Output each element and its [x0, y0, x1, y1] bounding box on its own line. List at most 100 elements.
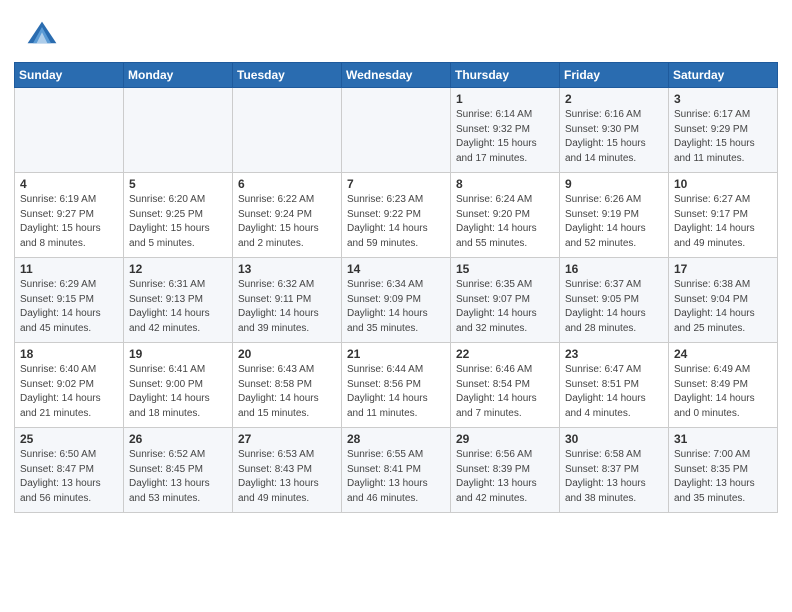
day-number: 23	[565, 347, 663, 361]
day-info: Sunrise: 6:40 AMSunset: 9:02 PMDaylight:…	[20, 363, 118, 421]
calendar-week-row: 25 Sunrise: 6:50 AMSunset: 8:47 PMDayligh…	[15, 428, 778, 513]
day-info: Sunrise: 7:00 AMSunset: 8:35 PMDaylight:…	[674, 448, 772, 506]
calendar-week-row: 18Sunrise: 6:40 AMSunset: 9:02 PMDayligh…	[15, 343, 778, 428]
calendar-cell: 24 Sunrise: 6:49 AMSunset: 8:49 PMDayligh…	[669, 343, 778, 428]
day-number: 12	[129, 262, 227, 276]
day-number: 26	[129, 432, 227, 446]
day-number: 30	[565, 432, 663, 446]
weekday-header: Tuesday	[233, 63, 342, 88]
day-number: 3	[674, 92, 772, 106]
calendar-cell: 21 Sunrise: 6:44 AMSunset: 8:56 PMDayligh…	[342, 343, 451, 428]
header	[0, 0, 792, 62]
calendar-cell: 2 Sunrise: 6:16 AMSunset: 9:30 PMDaylight…	[560, 88, 669, 173]
weekday-header: Sunday	[15, 63, 124, 88]
calendar-cell: 4 Sunrise: 6:19 AMSunset: 9:27 PMDaylight…	[15, 173, 124, 258]
calendar-cell: 13 Sunrise: 6:32 AMSunset: 9:11 PMDayligh…	[233, 258, 342, 343]
day-info: Sunrise: 6:49 AMSunset: 8:49 PMDaylight:…	[674, 363, 772, 421]
day-info: Sunrise: 6:34 AMSunset: 9:09 PMDaylight:…	[347, 278, 445, 336]
day-number: 4	[20, 177, 118, 191]
calendar-cell: 26 Sunrise: 6:52 AMSunset: 8:45 PMDayligh…	[124, 428, 233, 513]
calendar-cell: 1 Sunrise: 6:14 AMSunset: 9:32 PMDaylight…	[451, 88, 560, 173]
calendar-cell: 19 Sunrise: 6:41 AMSunset: 9:00 PMDayligh…	[124, 343, 233, 428]
calendar-cell: 10 Sunrise: 6:27 AMSunset: 9:17 PMDayligh…	[669, 173, 778, 258]
calendar-cell	[124, 88, 233, 173]
day-info: Sunrise: 6:56 AMSunset: 8:39 PMDaylight:…	[456, 448, 554, 506]
day-number: 7	[347, 177, 445, 191]
calendar-cell: 29 Sunrise: 6:56 AMSunset: 8:39 PMDayligh…	[451, 428, 560, 513]
day-info: Sunrise: 6:47 AMSunset: 8:51 PMDaylight:…	[565, 363, 663, 421]
calendar-cell: 7 Sunrise: 6:23 AMSunset: 9:22 PMDaylight…	[342, 173, 451, 258]
calendar-cell: 23 Sunrise: 6:47 AMSunset: 8:51 PMDayligh…	[560, 343, 669, 428]
day-info: Sunrise: 6:43 AMSunset: 8:58 PMDaylight:…	[238, 363, 336, 421]
day-number: 27	[238, 432, 336, 446]
calendar-cell: 5Sunrise: 6:20 AMSunset: 9:25 PMDaylight…	[124, 173, 233, 258]
day-info: Sunrise: 6:44 AMSunset: 8:56 PMDaylight:…	[347, 363, 445, 421]
day-number: 15	[456, 262, 554, 276]
day-number: 1	[456, 92, 554, 106]
weekday-header: Wednesday	[342, 63, 451, 88]
day-info: Sunrise: 6:46 AMSunset: 8:54 PMDaylight:…	[456, 363, 554, 421]
day-number: 17	[674, 262, 772, 276]
day-number: 22	[456, 347, 554, 361]
calendar-cell: 16Sunrise: 6:37 AMSunset: 9:05 PMDayligh…	[560, 258, 669, 343]
calendar-cell: 27 Sunrise: 6:53 AMSunset: 8:43 PMDayligh…	[233, 428, 342, 513]
logo	[24, 18, 64, 54]
day-info: Sunrise: 6:23 AMSunset: 9:22 PMDaylight:…	[347, 193, 445, 251]
weekday-header: Monday	[124, 63, 233, 88]
calendar-cell: 11 Sunrise: 6:29 AMSunset: 9:15 PMDayligh…	[15, 258, 124, 343]
day-number: 14	[347, 262, 445, 276]
logo-icon	[24, 18, 60, 54]
calendar-cell: 12 Sunrise: 6:31 AMSunset: 9:13 PMDayligh…	[124, 258, 233, 343]
day-number: 28	[347, 432, 445, 446]
day-number: 24	[674, 347, 772, 361]
day-number: 5	[129, 177, 227, 191]
day-number: 10	[674, 177, 772, 191]
day-number: 19	[129, 347, 227, 361]
weekday-row: SundayMondayTuesdayWednesdayThursdayFrid…	[15, 63, 778, 88]
day-info: Sunrise: 6:27 AMSunset: 9:17 PMDaylight:…	[674, 193, 772, 251]
calendar-cell: 18Sunrise: 6:40 AMSunset: 9:02 PMDayligh…	[15, 343, 124, 428]
calendar-cell: 28Sunrise: 6:55 AMSunset: 8:41 PMDayligh…	[342, 428, 451, 513]
calendar-cell: 8Sunrise: 6:24 AMSunset: 9:20 PMDaylight…	[451, 173, 560, 258]
day-number: 31	[674, 432, 772, 446]
day-info: Sunrise: 6:53 AMSunset: 8:43 PMDaylight:…	[238, 448, 336, 506]
page: SundayMondayTuesdayWednesdayThursdayFrid…	[0, 0, 792, 612]
day-number: 2	[565, 92, 663, 106]
day-number: 8	[456, 177, 554, 191]
day-info: Sunrise: 6:32 AMSunset: 9:11 PMDaylight:…	[238, 278, 336, 336]
day-number: 21	[347, 347, 445, 361]
calendar-cell	[342, 88, 451, 173]
calendar-week-row: 1 Sunrise: 6:14 AMSunset: 9:32 PMDaylight…	[15, 88, 778, 173]
day-info: Sunrise: 6:37 AMSunset: 9:05 PMDaylight:…	[565, 278, 663, 336]
calendar-cell: 22 Sunrise: 6:46 AMSunset: 8:54 PMDayligh…	[451, 343, 560, 428]
day-number: 29	[456, 432, 554, 446]
day-info: Sunrise: 6:41 AMSunset: 9:00 PMDaylight:…	[129, 363, 227, 421]
calendar-header: SundayMondayTuesdayWednesdayThursdayFrid…	[15, 63, 778, 88]
weekday-header: Saturday	[669, 63, 778, 88]
calendar-cell: 20 Sunrise: 6:43 AMSunset: 8:58 PMDayligh…	[233, 343, 342, 428]
day-number: 11	[20, 262, 118, 276]
day-number: 13	[238, 262, 336, 276]
day-number: 25	[20, 432, 118, 446]
day-info: Sunrise: 6:16 AMSunset: 9:30 PMDaylight:…	[565, 108, 663, 166]
calendar-cell: 3 Sunrise: 6:17 AMSunset: 9:29 PMDaylight…	[669, 88, 778, 173]
day-info: Sunrise: 6:52 AMSunset: 8:45 PMDaylight:…	[129, 448, 227, 506]
day-info: Sunrise: 6:22 AMSunset: 9:24 PMDaylight:…	[238, 193, 336, 251]
calendar-week-row: 11 Sunrise: 6:29 AMSunset: 9:15 PMDayligh…	[15, 258, 778, 343]
day-info: Sunrise: 6:26 AMSunset: 9:19 PMDaylight:…	[565, 193, 663, 251]
calendar-cell: 31 Sunrise: 7:00 AMSunset: 8:35 PMDayligh…	[669, 428, 778, 513]
calendar-table: SundayMondayTuesdayWednesdayThursdayFrid…	[14, 62, 778, 513]
day-info: Sunrise: 6:17 AMSunset: 9:29 PMDaylight:…	[674, 108, 772, 166]
day-info: Sunrise: 6:14 AMSunset: 9:32 PMDaylight:…	[456, 108, 554, 166]
day-info: Sunrise: 6:19 AMSunset: 9:27 PMDaylight:…	[20, 193, 118, 251]
day-info: Sunrise: 6:31 AMSunset: 9:13 PMDaylight:…	[129, 278, 227, 336]
calendar-cell: 25 Sunrise: 6:50 AMSunset: 8:47 PMDayligh…	[15, 428, 124, 513]
day-info: Sunrise: 6:29 AMSunset: 9:15 PMDaylight:…	[20, 278, 118, 336]
day-info: Sunrise: 6:58 AMSunset: 8:37 PMDaylight:…	[565, 448, 663, 506]
day-info: Sunrise: 6:35 AMSunset: 9:07 PMDaylight:…	[456, 278, 554, 336]
day-number: 20	[238, 347, 336, 361]
calendar-body: 1 Sunrise: 6:14 AMSunset: 9:32 PMDaylight…	[15, 88, 778, 513]
day-number: 6	[238, 177, 336, 191]
day-info: Sunrise: 6:50 AMSunset: 8:47 PMDaylight:…	[20, 448, 118, 506]
calendar-cell: 17Sunrise: 6:38 AMSunset: 9:04 PMDayligh…	[669, 258, 778, 343]
